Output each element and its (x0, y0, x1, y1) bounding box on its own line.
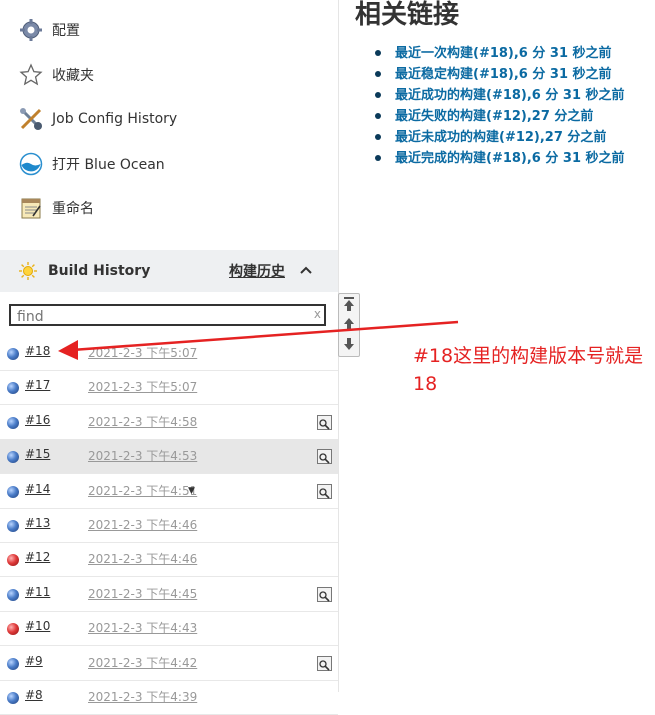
task-label: 配置 (52, 23, 80, 39)
build-success-icon (7, 485, 19, 498)
build-number-link[interactable]: #16 (25, 413, 50, 427)
related-link[interactable]: 最近未成功的构建(#12),27 分之前 (375, 127, 625, 148)
related-link[interactable]: 最近失败的构建(#12),27 分之前 (375, 106, 625, 127)
notepad-icon (18, 195, 44, 221)
related-links-list: 最近一次构建(#18),6 分 31 秒之前 最近稳定构建(#18),6 分 3… (375, 43, 625, 169)
build-number-link[interactable]: #18 (25, 344, 50, 358)
build-row[interactable]: #18 2021-2-3 下午5:07 (0, 336, 338, 371)
task-rename[interactable]: 重命名 (18, 194, 94, 222)
build-search-input[interactable] (15, 308, 309, 326)
build-date-link[interactable]: 2021-2-3 下午4:53 (88, 447, 197, 464)
build-number-link[interactable]: #14 (25, 482, 50, 496)
build-number-link[interactable]: #13 (25, 516, 50, 530)
sidebar: 配置 收藏夹 Job Config History 打开 Blue Ocean … (0, 0, 339, 715)
build-failed-icon (7, 623, 19, 636)
build-row[interactable]: #10 2021-2-3 下午4:43 (0, 611, 338, 647)
build-success-icon (7, 416, 19, 429)
chevron-up-icon[interactable] (298, 262, 314, 278)
build-success-icon (7, 520, 19, 532)
build-success-icon (7, 382, 19, 395)
console-output-icon[interactable] (317, 483, 332, 499)
build-row[interactable]: #12 2021-2-3 下午4:46 (0, 542, 338, 578)
related-link[interactable]: 最近完成的构建(#18),6 分 31 秒之前 (375, 148, 625, 169)
console-output-icon[interactable] (317, 586, 332, 602)
build-number-link[interactable]: #8 (25, 688, 43, 702)
build-date-link[interactable]: 2021-2-3 下午4:39 (88, 688, 197, 705)
build-history-title: Build History (48, 263, 151, 279)
related-links-title: 相关链接 (355, 0, 460, 30)
task-favorite[interactable]: 收藏夹 (18, 61, 94, 89)
build-success-icon (7, 692, 19, 704)
console-output-icon[interactable] (317, 414, 332, 430)
star-icon (18, 62, 44, 88)
build-row[interactable]: #9 2021-2-3 下午4:42 (0, 646, 338, 681)
console-output-icon[interactable] (317, 655, 332, 671)
related-link[interactable]: 最近稳定构建(#18),6 分 31 秒之前 (375, 64, 625, 85)
build-success-icon (7, 451, 19, 464)
build-date-link[interactable]: 2021-2-3 下午4:46 (88, 550, 197, 567)
build-date-link[interactable]: 2021-2-3 下午4:42 (88, 654, 197, 671)
task-label: 重命名 (52, 201, 94, 217)
build-row[interactable]: #15 2021-2-3 下午4:53 (0, 439, 338, 475)
build-success-icon (7, 348, 19, 360)
tools-icon (18, 106, 44, 132)
build-success-icon (7, 657, 19, 670)
task-job-config-history[interactable]: Job Config History (18, 105, 177, 133)
build-menu-dropdown-icon[interactable]: ▼ (188, 486, 195, 496)
build-row[interactable]: #14 2021-2-3 下午4:51 ▼ (0, 474, 338, 509)
task-label: 收藏夹 (52, 68, 94, 84)
related-link[interactable]: 最近一次构建(#18),6 分 31 秒之前 (375, 43, 625, 64)
blue-ocean-icon (18, 151, 44, 177)
build-row[interactable]: #8 2021-2-3 下午4:39 (0, 680, 338, 715)
annotation-note: #18这里的构建版本号就是18 (413, 345, 644, 395)
build-history-header: Build History 构建历史 (0, 250, 338, 292)
task-configure[interactable]: 配置 (18, 16, 80, 44)
build-date-link[interactable]: 2021-2-3 下午4:45 (88, 585, 197, 602)
build-success-icon (7, 588, 19, 601)
weather-sunny-icon (18, 261, 38, 285)
build-number-link[interactable]: #12 (25, 550, 50, 564)
build-number-link[interactable]: #9 (25, 654, 43, 668)
build-number-link[interactable]: #15 (25, 447, 50, 461)
build-date-link[interactable]: 2021-2-3 下午4:51 (88, 482, 197, 499)
build-date-link[interactable]: 2021-2-3 下午4:46 (88, 516, 197, 533)
build-search-field[interactable]: x (9, 304, 326, 326)
related-link[interactable]: 最近成功的构建(#18),6 分 31 秒之前 (375, 85, 625, 106)
build-date-link[interactable]: 2021-2-3 下午5:07 (88, 344, 197, 361)
gear-icon (18, 17, 44, 43)
console-output-icon[interactable] (317, 449, 332, 465)
build-row[interactable]: #16 2021-2-3 下午4:58 (0, 405, 338, 440)
build-row[interactable]: #13 2021-2-3 下午4:46 (0, 508, 338, 543)
build-date-link[interactable]: 2021-2-3 下午4:43 (88, 619, 197, 636)
task-label: Job Config History (52, 111, 178, 127)
build-history-trend-link[interactable]: 构建历史 (229, 261, 285, 281)
build-number-link[interactable]: #10 (25, 619, 50, 633)
build-row[interactable]: #17 2021-2-3 下午5:07 (0, 370, 338, 406)
build-date-link[interactable]: 2021-2-3 下午5:07 (88, 378, 197, 395)
build-date-link[interactable]: 2021-2-3 下午4:58 (88, 413, 197, 430)
build-row[interactable]: #11 2021-2-3 下午4:45 (0, 577, 338, 612)
task-label: 打开 Blue Ocean (52, 157, 165, 173)
build-number-link[interactable]: #11 (25, 585, 50, 599)
build-number-link[interactable]: #17 (25, 378, 50, 392)
clear-search-icon[interactable]: x (314, 307, 321, 321)
task-blue-ocean[interactable]: 打开 Blue Ocean (18, 150, 165, 178)
build-failed-icon (7, 554, 19, 567)
